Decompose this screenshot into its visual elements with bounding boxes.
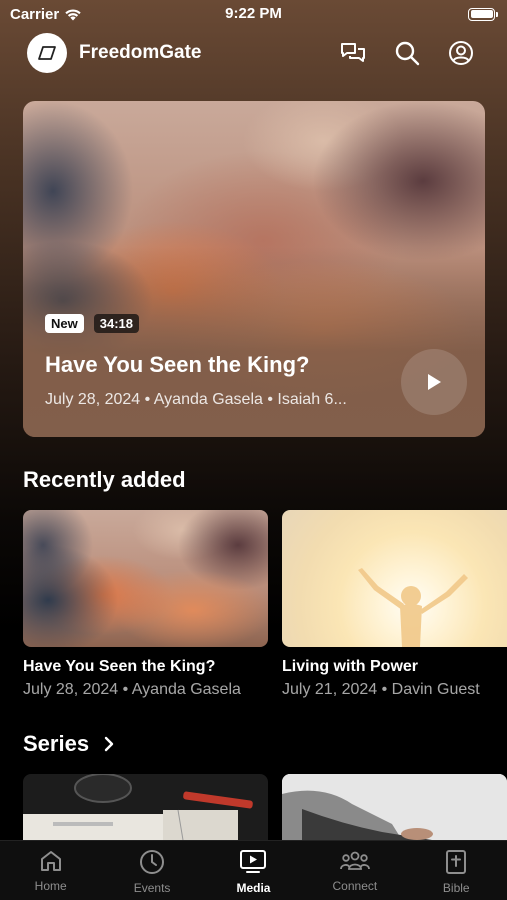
play-button[interactable] — [401, 349, 467, 415]
recently-added-heading: Recently added — [23, 467, 186, 493]
app-header: FreedomGate — [27, 32, 477, 74]
tab-label: Home — [34, 879, 67, 893]
recently-added-title: Recently added — [23, 467, 186, 492]
tab-media[interactable]: Media — [208, 849, 298, 895]
tab-label: Bible — [442, 881, 470, 895]
duration-badge: 34:18 — [93, 314, 139, 333]
tab-home[interactable]: Home — [6, 849, 96, 893]
play-icon — [428, 374, 441, 390]
profile-icon[interactable] — [445, 37, 477, 69]
app-logo-icon — [27, 33, 67, 73]
bible-icon — [446, 850, 467, 874]
media-icon — [240, 850, 267, 873]
recent-item-meta: July 28, 2024 • Ayanda Gasela — [23, 681, 241, 698]
hero-meta: July 28, 2024 • Ayanda Gasela • Isaiah 6… — [45, 391, 347, 408]
clock-icon — [140, 850, 165, 874]
tab-label: Events — [133, 881, 171, 895]
recent-item[interactable]: Have You Seen the King? July 28, 2024 • … — [23, 510, 268, 699]
recent-item-title: Living with Power — [282, 658, 419, 675]
tab-events[interactable]: Events — [107, 849, 197, 895]
hero-title: Have You Seen the King? — [45, 352, 310, 377]
tab-label: Connect — [332, 879, 378, 893]
recent-item-thumbnail — [282, 510, 507, 647]
new-badge: New — [45, 314, 84, 333]
tab-bar: Home Events Media Connect Bible — [0, 840, 507, 900]
series-heading[interactable]: Series — [23, 731, 115, 757]
series-item-thumbnail[interactable] — [282, 774, 507, 840]
search-icon[interactable] — [391, 37, 423, 69]
battery-icon — [468, 7, 498, 21]
app-name: FreedomGate — [79, 42, 202, 63]
chevron-right-icon — [104, 736, 114, 752]
home-icon — [40, 851, 61, 871]
series-title: Series — [23, 731, 90, 756]
brand[interactable]: FreedomGate — [27, 33, 201, 73]
series-item-thumbnail[interactable] — [23, 774, 268, 840]
recent-item[interactable]: Living with Power July 21, 2024 • Davin … — [282, 510, 507, 699]
tab-label: Media — [236, 881, 271, 895]
chat-bubbles-icon[interactable] — [337, 37, 369, 69]
people-icon — [339, 851, 370, 870]
featured-sermon-card[interactable]: New 34:18 Have You Seen the King? July 2… — [23, 101, 485, 437]
recent-item-thumbnail — [23, 510, 268, 647]
tab-bible[interactable]: Bible — [411, 849, 501, 895]
tab-connect[interactable]: Connect — [310, 849, 400, 893]
recent-item-title: Have You Seen the King? — [23, 658, 216, 675]
status-bar: Carrier 9:22 PM — [0, 0, 507, 28]
recent-item-meta: July 21, 2024 • Davin Guest — [282, 681, 480, 698]
status-time: 9:22 PM — [225, 5, 282, 22]
